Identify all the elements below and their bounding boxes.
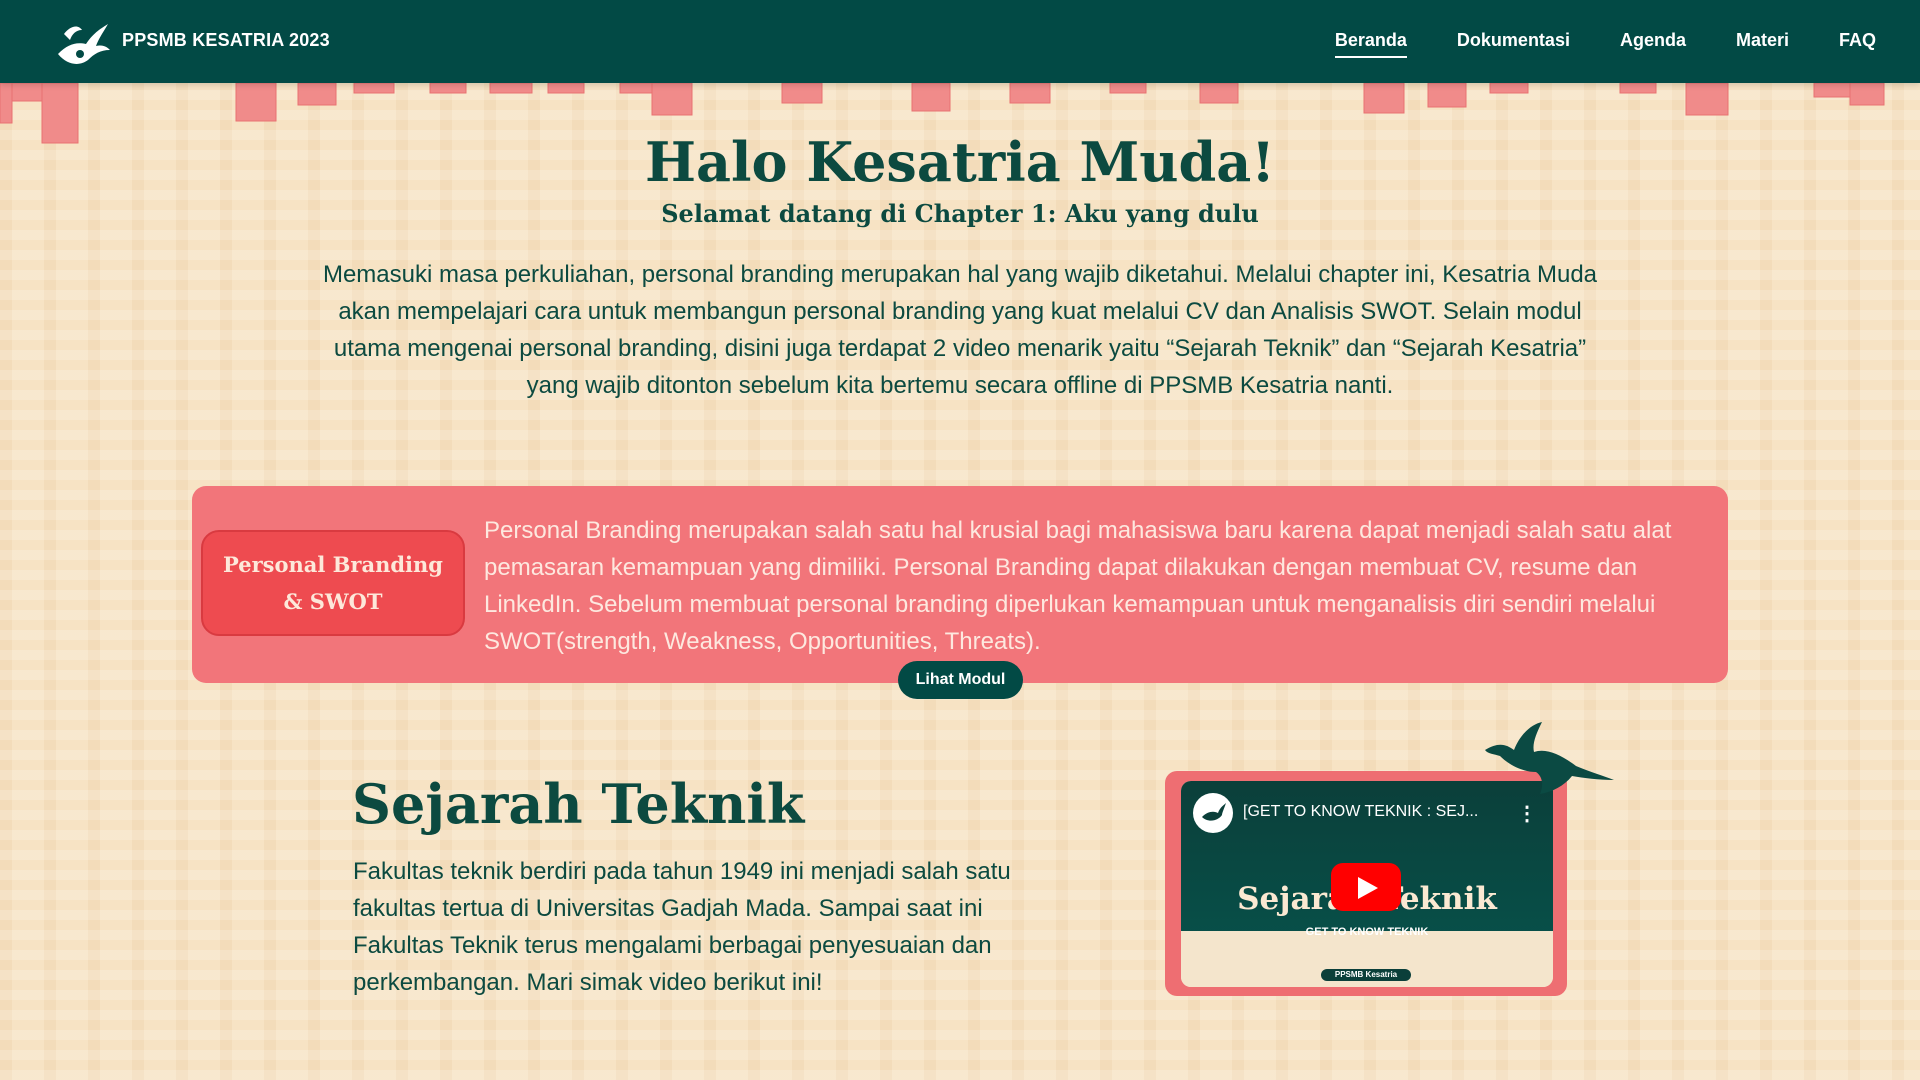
channel-avatar-icon[interactable] — [1193, 793, 1233, 833]
lihat-modul-button[interactable]: Lihat Modul — [898, 661, 1023, 699]
garuda-logo-icon[interactable] — [50, 14, 112, 70]
nav-beranda[interactable]: Beranda — [1334, 30, 1407, 58]
thumbnail-subtitle: GET TO KNOW TEKNIK — [1305, 926, 1429, 938]
video-title[interactable]: [GET TO KNOW TEKNIK : SEJ... — [1243, 803, 1505, 821]
module-label: Personal Branding & SWOT — [201, 530, 465, 636]
brand-name[interactable]: PPSMB KESATRIA 2023 — [122, 30, 330, 51]
section-title: Sejarah Teknik — [352, 772, 805, 836]
navbar: PPSMB KESATRIA 2023 Beranda Dokumentasi … — [0, 0, 1920, 83]
kebab-menu-icon[interactable]: ⋮ — [1517, 801, 1537, 826]
decorative-ribbon — [0, 83, 1885, 144]
module-description: Personal Branding merupakan salah satu h… — [484, 517, 1672, 655]
main-nav: Beranda Dokumentasi Agenda Materi FAQ — [1334, 30, 1876, 58]
section-description: Fakultas teknik berdiri pada tahun 1949 … — [353, 858, 1011, 996]
hero-description: Memasuki masa perkuliahan, personal bran… — [322, 261, 1598, 399]
bird-icon — [1485, 722, 1614, 794]
youtube-embed[interactable]: [GET TO KNOW TEKNIK : SEJ... ⋮ Sejarah T… — [1181, 781, 1553, 987]
nav-materi[interactable]: Materi — [1736, 30, 1789, 58]
video-frame: [GET TO KNOW TEKNIK : SEJ... ⋮ Sejarah T… — [1165, 771, 1567, 996]
nav-dokumentasi[interactable]: Dokumentasi — [1457, 30, 1570, 58]
youtube-play-icon[interactable] — [1331, 863, 1401, 911]
thumbnail-badge: PPSMB Kesatria — [1321, 969, 1411, 981]
nav-faq[interactable]: FAQ — [1839, 30, 1876, 58]
module-card: Personal Branding & SWOT Personal Brandi… — [192, 486, 1728, 699]
hero-subtitle: Selamat datang di Chapter 1: Aku yang du… — [661, 199, 1259, 228]
nav-agenda[interactable]: Agenda — [1620, 30, 1686, 58]
